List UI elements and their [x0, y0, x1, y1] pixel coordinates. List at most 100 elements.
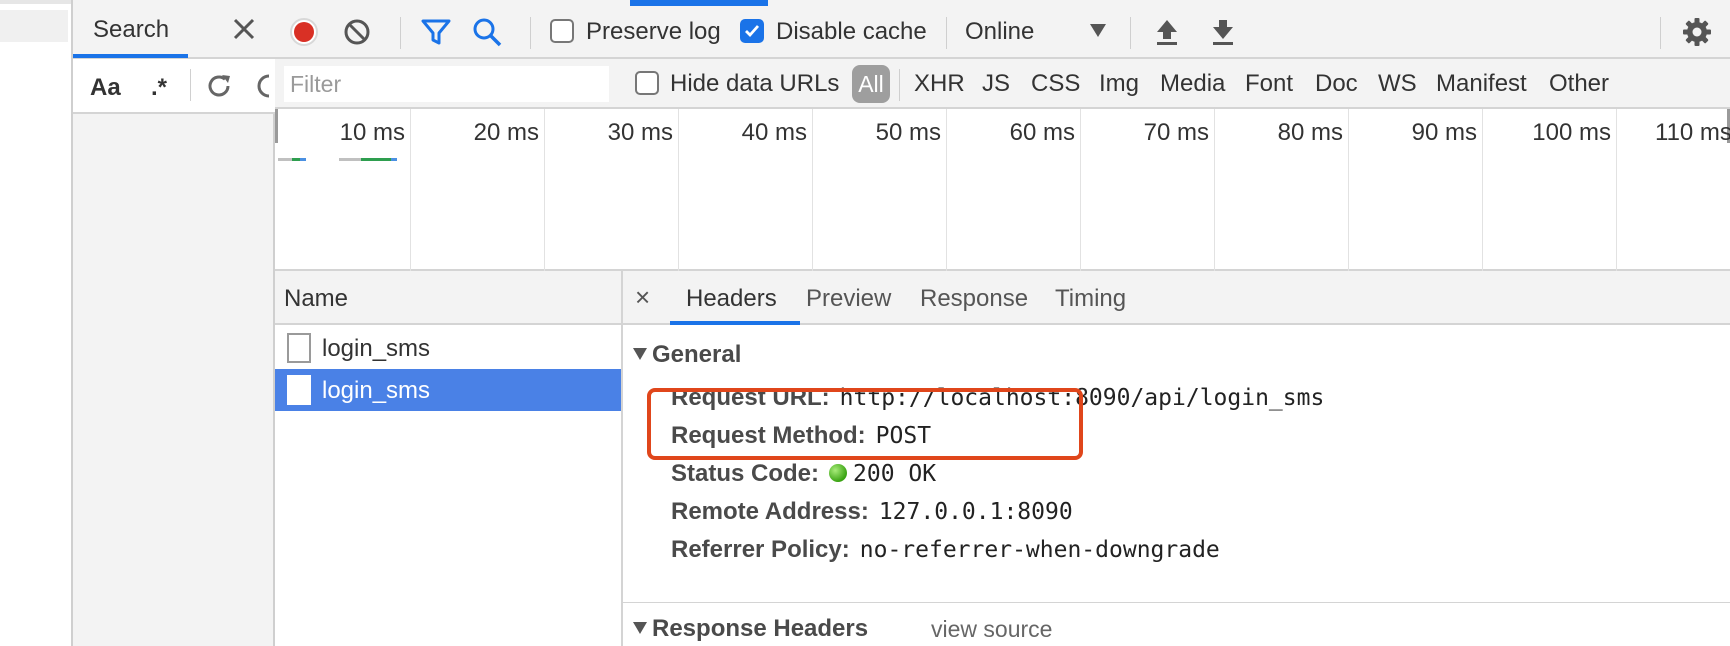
overview-tick-label: 50 ms: [875, 119, 941, 146]
preserve-log-checkbox[interactable]: [550, 19, 574, 43]
close-icon: [233, 18, 255, 40]
overview-tick-label: 80 ms: [1277, 119, 1343, 146]
overview-gridline: [946, 109, 947, 271]
record-icon: [290, 18, 318, 46]
close-search-button[interactable]: [228, 13, 260, 45]
document-icon: [287, 333, 311, 363]
network-settings-button[interactable]: [1680, 15, 1714, 49]
import-har-button[interactable]: [1150, 15, 1184, 49]
type-filter-css[interactable]: CSS: [1031, 70, 1080, 98]
overview-request-bar: [339, 158, 361, 161]
hide-data-urls-checkbox[interactable]: [635, 71, 659, 95]
type-filter-manifest[interactable]: Manifest: [1436, 70, 1527, 98]
filter-input[interactable]: [284, 66, 609, 102]
record-button[interactable]: [287, 15, 321, 49]
overview-request-bar: [292, 158, 300, 161]
search-options-bar: Aa .*: [73, 59, 275, 114]
request-details: × Headers Preview Response Timing Genera…: [623, 271, 1730, 646]
filter-bar: Hide data URLs All XHR JS CSS Img Media …: [275, 59, 1730, 109]
overview-tick-label: 10 ms: [339, 119, 405, 146]
response-headers-section-title: Response Headers: [652, 615, 869, 642]
toolbar-divider: [530, 17, 531, 49]
details-tab-bar: × Headers Preview Response Timing: [623, 271, 1730, 325]
type-filter-img[interactable]: Img: [1099, 70, 1139, 98]
general-section-header[interactable]: General: [633, 341, 741, 369]
filter-toggle-button[interactable]: [419, 15, 453, 49]
toolbar-divider: [946, 17, 947, 49]
refresh-icon: [208, 75, 230, 97]
search-button[interactable]: [470, 15, 504, 49]
type-filter-ws[interactable]: WS: [1378, 70, 1417, 98]
tab-preview[interactable]: Preview: [806, 285, 891, 313]
name-column-header-label: Name: [284, 285, 349, 312]
network-panel: Preserve log Disable cache Online Filter…: [275, 0, 1730, 646]
search-icon: [473, 18, 502, 47]
chevron-down-icon[interactable]: [1090, 24, 1106, 37]
overview-gridline: [1214, 109, 1215, 271]
header-key: Remote Address:: [671, 498, 869, 525]
throttling-select[interactable]: Online: [965, 18, 1034, 46]
type-filter-media[interactable]: Media: [1160, 70, 1225, 98]
search-tab-label: Search: [93, 16, 170, 43]
close-details-button[interactable]: ×: [635, 284, 657, 310]
view-source-link[interactable]: view source: [931, 616, 1052, 643]
toolbar-divider: [1130, 17, 1131, 49]
request-row[interactable]: login_sms: [275, 327, 621, 369]
overview-tick-label: 110 ms: [1655, 119, 1730, 146]
type-filter-other[interactable]: Other: [1549, 70, 1609, 98]
type-filter-xhr[interactable]: XHR: [914, 70, 965, 98]
export-har-button[interactable]: [1206, 15, 1240, 49]
header-row-status-code: Status Code: 200 OK: [671, 460, 936, 488]
download-icon: [1213, 20, 1233, 45]
overview-gridline: [812, 109, 813, 271]
overview-tick-label: 70 ms: [1143, 119, 1209, 146]
tab-timing[interactable]: Timing: [1055, 285, 1126, 313]
general-section-title: General: [652, 341, 742, 368]
match-case-button[interactable]: Aa: [90, 74, 121, 102]
request-name: login_sms: [322, 377, 431, 404]
type-filter-doc[interactable]: Doc: [1315, 70, 1358, 98]
preserve-log-label: Preserve log: [586, 18, 721, 45]
timeline-overview[interactable]: 10 ms 20 ms 30 ms 40 ms 50 ms 60 ms 70 m…: [275, 109, 1730, 271]
overview-tick-label: 60 ms: [1009, 119, 1075, 146]
type-filter-font[interactable]: Font: [1245, 70, 1293, 98]
header-value: 127.0.0.1:8090: [878, 499, 1073, 525]
request-list: Name login_sms login_sms: [275, 271, 623, 646]
refresh-search-button[interactable]: [203, 70, 235, 102]
overview-request-bar: [300, 158, 306, 161]
type-filter-all[interactable]: All: [852, 65, 890, 103]
left-strip-selected-item[interactable]: [0, 10, 68, 42]
toolbar-divider: [400, 17, 401, 49]
request-row-selected[interactable]: login_sms: [275, 369, 621, 411]
type-filter-divider: [899, 69, 900, 101]
document-icon: [287, 375, 311, 405]
clear-log-button[interactable]: [340, 15, 374, 49]
tab-headers[interactable]: Headers: [686, 285, 777, 313]
search-tab-underline: [73, 54, 188, 58]
network-toolbar: Preserve log Disable cache Online: [275, 6, 1730, 59]
name-column-header[interactable]: Name: [275, 271, 621, 325]
overview-left-handle[interactable]: [275, 109, 278, 143]
disable-cache-checkbox[interactable]: [740, 19, 764, 43]
header-row-remote-address: Remote Address: 127.0.0.1:8090: [671, 498, 1073, 526]
regex-button[interactable]: .*: [151, 74, 167, 102]
overview-tick-label: 100 ms: [1532, 119, 1611, 146]
triangle-down-icon: [633, 621, 647, 634]
overview-gridline: [544, 109, 545, 271]
clear-icon: [344, 19, 370, 45]
header-key: Status Code:: [671, 460, 820, 487]
tab-response[interactable]: Response: [920, 285, 1028, 313]
active-tab-underline: [670, 321, 800, 325]
overview-gridline: [1616, 109, 1617, 271]
request-name: login_sms: [322, 335, 431, 362]
header-row-referrer-policy: Referrer Policy: no-referrer-when-downgra…: [671, 536, 1220, 564]
left-strip-top-border: [0, 0, 71, 4]
type-filter-js[interactable]: JS: [982, 70, 1010, 98]
response-headers-section-header[interactable]: Response Headers: [633, 615, 868, 643]
search-tab[interactable]: Search: [73, 0, 275, 59]
clear-search-button[interactable]: [253, 70, 275, 102]
search-options-divider: [190, 69, 191, 101]
overview-request-bar: [361, 158, 391, 161]
section-divider: [623, 602, 1730, 603]
overview-tick-label: 90 ms: [1411, 119, 1477, 146]
